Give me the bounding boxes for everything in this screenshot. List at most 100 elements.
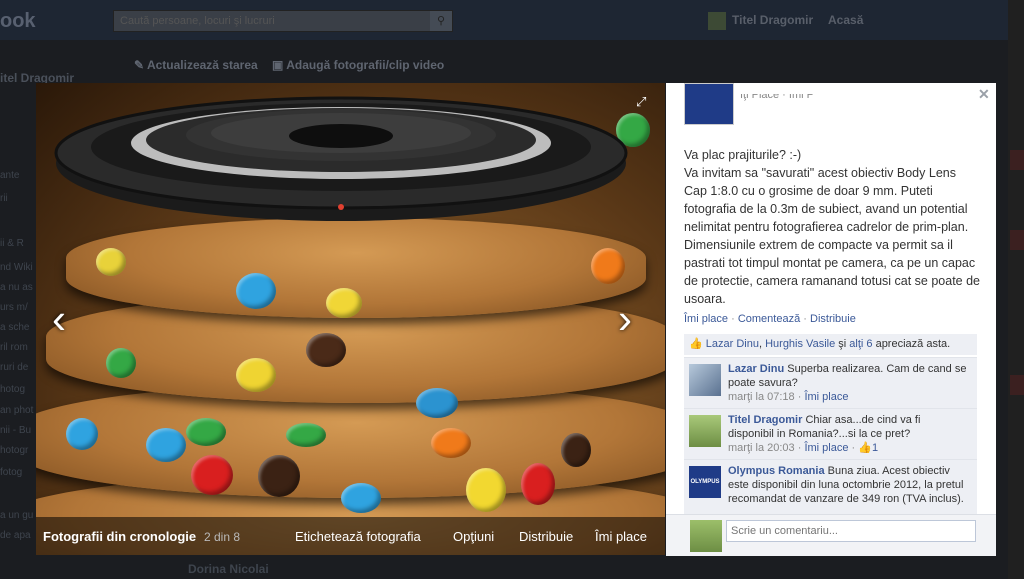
album-title[interactable]: Fotografii din cronologie bbox=[43, 529, 196, 544]
liker-link[interactable]: Lazar Dinu bbox=[706, 338, 759, 350]
likes-suffix: apreciază asta. bbox=[872, 338, 951, 350]
avatar bbox=[690, 520, 722, 552]
search-input[interactable]: Caută persoane, locuri şi lucruri ⚲ bbox=[113, 10, 453, 32]
candy bbox=[306, 333, 346, 367]
avatar[interactable]: OLYMPUS bbox=[689, 466, 721, 498]
candy bbox=[466, 468, 506, 512]
top-bar: ook Caută persoane, locuri şi lucruri ⚲ … bbox=[0, 0, 1008, 40]
post-text: Va plac prajiturile? :-) Va invitam sa "… bbox=[684, 146, 980, 308]
next-photo-arrow[interactable]: › bbox=[618, 298, 632, 340]
separator: · bbox=[794, 391, 805, 403]
comment: OLYMPUS Olympus Romania Buna ziua. Acest… bbox=[684, 459, 977, 520]
likes-summary: 👍 Lazar Dinu, Hurghis Vasile şi alţi 6 a… bbox=[684, 334, 977, 355]
candy bbox=[236, 273, 276, 309]
facebook-logo[interactable]: ook bbox=[0, 10, 36, 33]
photo bbox=[36, 83, 665, 555]
sidebar-item[interactable]: an phot bbox=[0, 405, 33, 416]
side-thumbnail[interactable] bbox=[1010, 375, 1024, 395]
candy bbox=[66, 418, 98, 450]
others-link[interactable]: alţi 6 bbox=[849, 338, 872, 350]
separator: · bbox=[848, 442, 859, 454]
avatar bbox=[708, 12, 726, 30]
avatar[interactable] bbox=[689, 364, 721, 396]
photo-stage[interactable]: ‹ › bbox=[36, 83, 665, 555]
lens-image bbox=[54, 96, 628, 221]
avatar[interactable] bbox=[689, 415, 721, 447]
sidebar-item[interactable]: urs m/ bbox=[0, 302, 28, 313]
candy bbox=[561, 433, 591, 467]
tag-photo-button[interactable]: Etichetează fotografia bbox=[295, 529, 421, 544]
candy bbox=[286, 423, 326, 447]
options-button[interactable]: Opţiuni bbox=[453, 529, 494, 544]
update-status-label: Actualizează starea bbox=[146, 58, 258, 72]
sidebar-item[interactable]: hotog bbox=[0, 384, 25, 395]
comment-author[interactable]: Titel Dragomir bbox=[728, 414, 802, 426]
sidebar-item[interactable]: ruri de bbox=[0, 362, 28, 373]
candy bbox=[236, 358, 276, 392]
sidebar-item[interactable]: ril rom bbox=[0, 342, 28, 353]
sidebar-item[interactable]: a nu as bbox=[0, 282, 33, 293]
post-share-link[interactable]: Distribuie bbox=[810, 313, 856, 325]
comment: Lazar Dinu Superba realizarea. Cam de ca… bbox=[684, 357, 977, 408]
candy bbox=[341, 483, 381, 513]
thumbs-up-icon: 👍 bbox=[689, 338, 703, 350]
sidebar-item[interactable]: ii & R bbox=[0, 238, 24, 249]
search-placeholder: Caută persoane, locuri şi lucruri bbox=[120, 15, 275, 27]
add-photos-link[interactable]: ▣ Adaugă fotografii/clip video bbox=[272, 58, 444, 72]
sidebar-item[interactable]: hotogr bbox=[0, 445, 28, 456]
avatar-logo-text: OLYMPUS bbox=[690, 479, 720, 485]
sidebar-item[interactable]: a sche bbox=[0, 322, 29, 333]
sidebar-item[interactable]: fotog bbox=[0, 467, 22, 478]
post-comment-link[interactable]: Comentează bbox=[738, 313, 800, 325]
candy bbox=[146, 428, 186, 462]
page-scrollbar[interactable] bbox=[1008, 0, 1024, 579]
like-button[interactable]: Îmi place bbox=[595, 529, 647, 544]
comment-like-link[interactable]: Îmi place bbox=[804, 391, 848, 403]
separator: · bbox=[803, 313, 807, 325]
candy bbox=[258, 455, 300, 497]
comment-author[interactable]: Olympus Romania bbox=[728, 465, 825, 477]
sidebar-item[interactable]: de apa bbox=[0, 530, 31, 541]
bottom-name[interactable]: Dorina Nicolai bbox=[188, 562, 269, 576]
liker-link[interactable]: Hurghis Vasile bbox=[765, 338, 835, 350]
candy bbox=[191, 455, 233, 495]
comment-time[interactable]: marţi la 07:18 bbox=[728, 391, 795, 403]
comment-input[interactable] bbox=[726, 520, 976, 542]
post-body: Va invitam sa "savurati" acest obiectiv … bbox=[684, 166, 981, 306]
separator: · bbox=[731, 313, 735, 325]
comment-author[interactable]: Lazar Dinu bbox=[728, 363, 784, 375]
candy bbox=[416, 388, 458, 418]
photo-counter: 2 din 8 bbox=[204, 530, 241, 544]
candy bbox=[186, 418, 226, 446]
profile-link[interactable]: Titel Dragomir bbox=[708, 12, 813, 30]
previous-photo-arrow[interactable]: ‹ bbox=[52, 298, 66, 340]
sidebar-item[interactable]: nd Wiki bbox=[0, 262, 33, 273]
share-button[interactable]: Distribuie bbox=[519, 529, 573, 544]
close-icon[interactable]: ✕ bbox=[978, 86, 990, 103]
comment-like-link[interactable]: Îmi place bbox=[804, 442, 848, 454]
search-icon[interactable]: ⚲ bbox=[430, 11, 452, 31]
sidebar-item[interactable]: nii - Bu bbox=[0, 425, 31, 436]
user-name: Titel Dragomir bbox=[732, 13, 814, 28]
sidebar-item[interactable]: rii bbox=[0, 193, 8, 204]
page-avatar[interactable] bbox=[684, 83, 734, 125]
candy bbox=[521, 463, 555, 505]
comment-like-count[interactable]: 1 bbox=[872, 442, 878, 454]
side-thumbnail[interactable] bbox=[1010, 150, 1024, 170]
post-like-link[interactable]: Îmi place bbox=[684, 313, 728, 325]
side-thumbnail[interactable] bbox=[1010, 230, 1024, 250]
comment: Titel Dragomir Chiar asa...de cind va fi… bbox=[684, 408, 977, 459]
comment-time[interactable]: marţi la 20:03 bbox=[728, 442, 795, 454]
candy bbox=[106, 348, 136, 378]
add-photos-label: Adaugă fotografii/clip video bbox=[286, 58, 445, 72]
separator: · bbox=[794, 442, 805, 454]
fullscreen-icon[interactable]: ⤢ bbox=[636, 94, 646, 110]
candy bbox=[326, 288, 362, 318]
likes-and: şi bbox=[835, 338, 850, 350]
sidebar-item[interactable]: ante bbox=[0, 170, 19, 181]
update-status-link[interactable]: ✎ Actualizează starea bbox=[134, 58, 258, 72]
sidebar-item[interactable]: a un gu bbox=[0, 510, 33, 521]
post-actions: Îmi place · Comentează · Distribuie bbox=[684, 313, 856, 325]
post-line-1: Va plac prajiturile? :-) bbox=[684, 148, 802, 162]
home-link[interactable]: Acasă bbox=[828, 13, 863, 27]
